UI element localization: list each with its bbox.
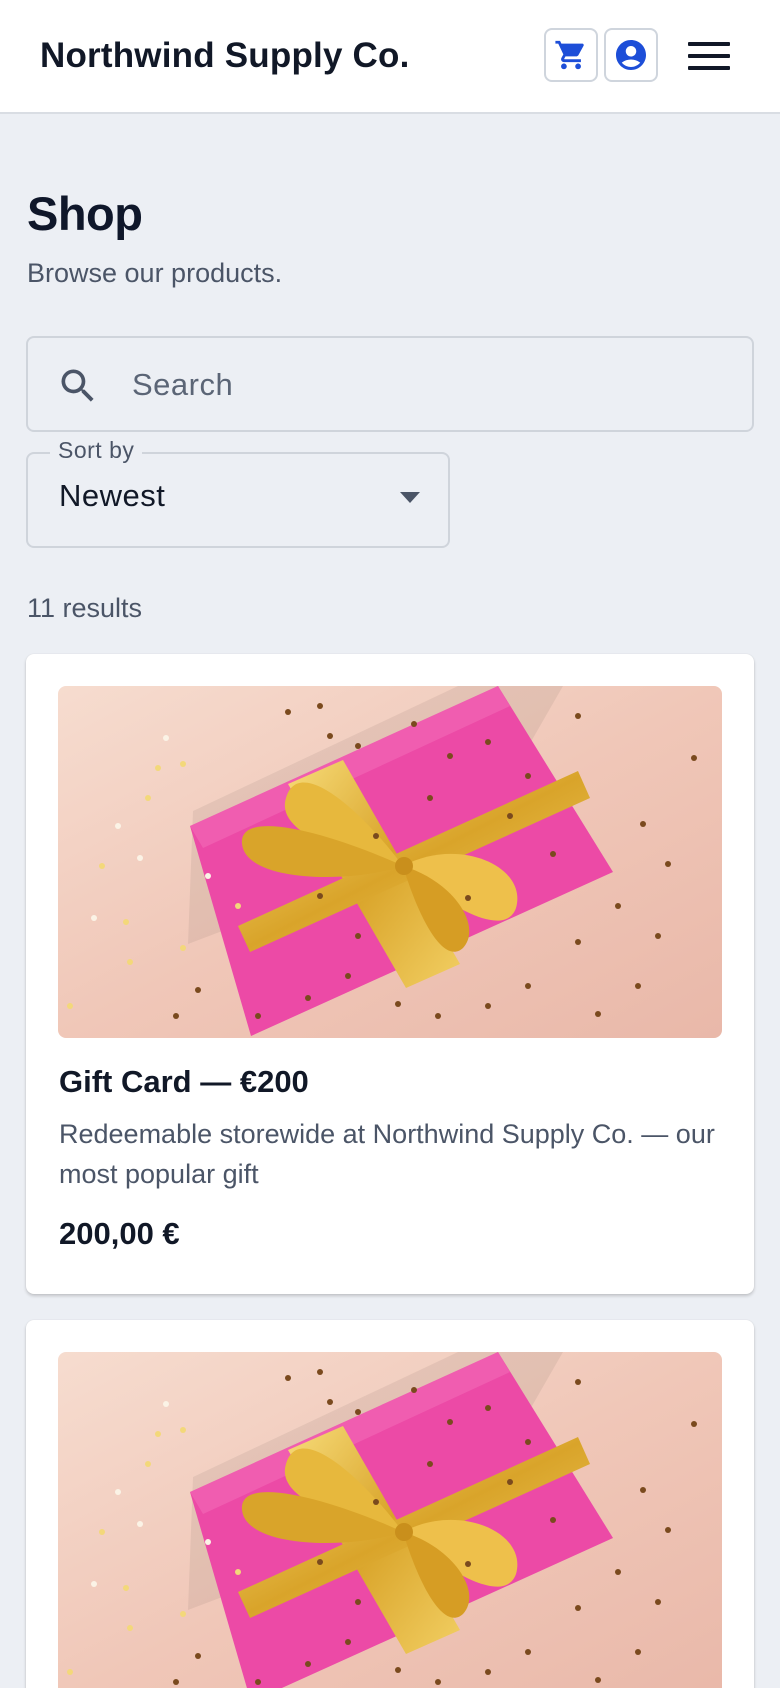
account-button[interactable] (604, 28, 658, 82)
product-image[interactable] (58, 686, 722, 1038)
cart-button[interactable] (544, 28, 598, 82)
search-icon (61, 369, 94, 402)
page-title: Shop (27, 187, 143, 240)
search-input[interactable] (132, 356, 732, 414)
product-image[interactable] (58, 1352, 722, 1688)
search-field[interactable] (26, 336, 754, 432)
gift-box-photo (58, 686, 722, 1038)
brand-title[interactable]: Northwind Supply Co. (40, 36, 410, 76)
product-description: Redeemable storewide at Northwind Supply… (59, 1119, 715, 1189)
product-price: 200,00 € (59, 1216, 180, 1251)
gift-box-photo (58, 1352, 722, 1688)
product-card[interactable] (26, 1320, 754, 1688)
hamburger-menu-icon (688, 42, 730, 70)
results-count: 11 results (27, 593, 143, 623)
caret-down-icon[interactable] (400, 492, 420, 503)
product-card[interactable]: Gift Card — €200 Redeemable storewide at… (26, 654, 754, 1294)
shopping-cart-icon (555, 40, 584, 70)
product-title[interactable]: Gift Card — €200 (59, 1064, 309, 1100)
page-subtitle: Browse our products. (27, 258, 283, 288)
sort-select[interactable]: Sort by Newest (26, 437, 450, 548)
top-app-bar: Northwind Supply Co. (0, 0, 780, 114)
sort-selected-value[interactable]: Newest (59, 478, 165, 514)
sort-label: Sort by (50, 437, 143, 464)
account-circle-icon (616, 40, 646, 70)
menu-button[interactable] (683, 28, 735, 84)
